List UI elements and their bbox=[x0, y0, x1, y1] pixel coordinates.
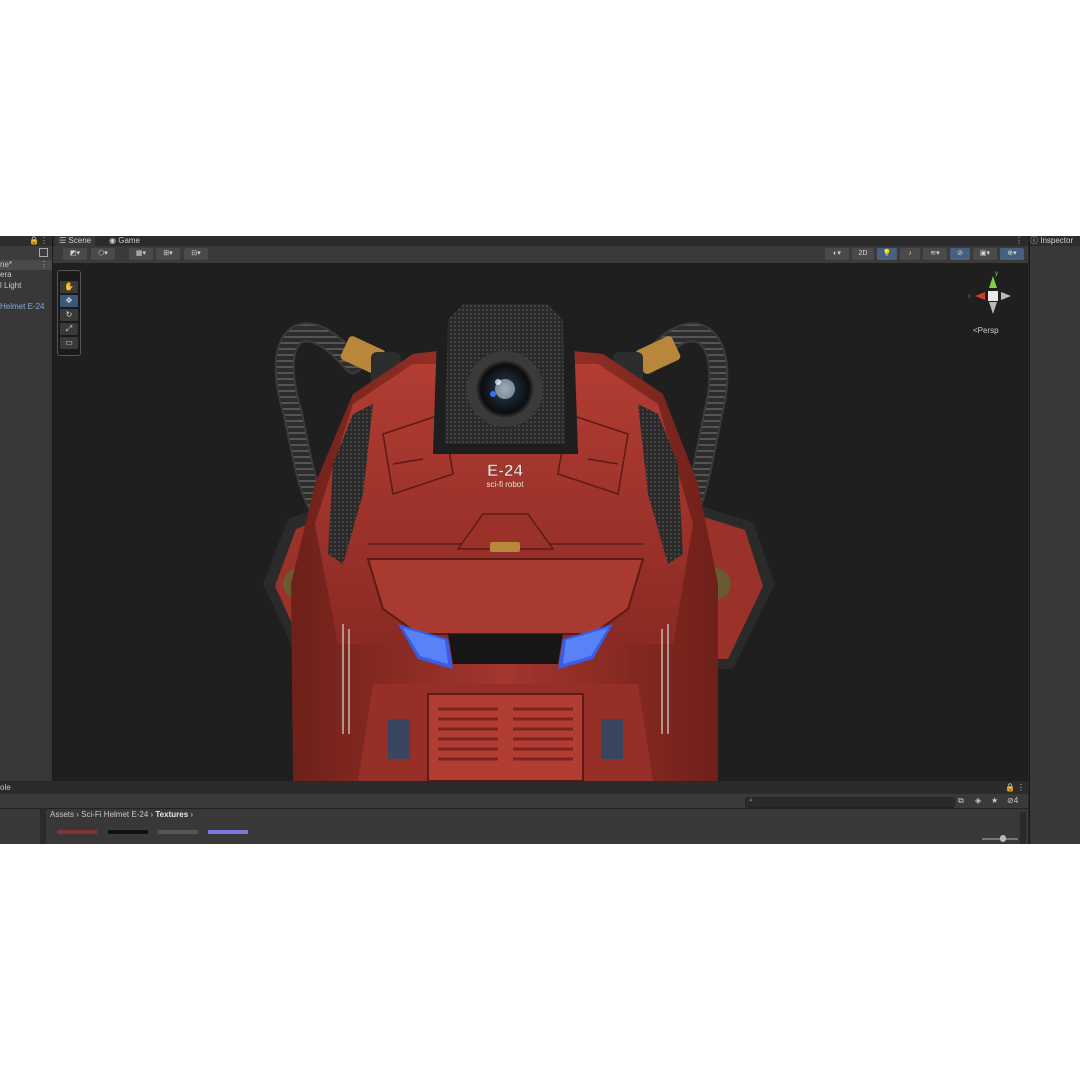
snap-icon: ⊞▾ bbox=[163, 250, 173, 257]
lighting-toggle[interactable]: 💡 bbox=[877, 248, 897, 260]
gizmo-y-label: y bbox=[995, 271, 998, 277]
helmet-label-primary: E-24 bbox=[487, 461, 523, 480]
inspector-tab[interactable]: ⓘ Inspector bbox=[1030, 236, 1080, 246]
effects-dropdown[interactable]: ≋▾ bbox=[923, 248, 947, 260]
hidden-packages-toggle[interactable]: ⊘4 bbox=[1007, 796, 1018, 805]
grid-icon: ☰ bbox=[59, 236, 67, 245]
gamepad-icon: ◉ bbox=[109, 236, 116, 245]
zoom-slider-handle[interactable] bbox=[1000, 835, 1006, 842]
overlay-dropdown[interactable]: ⊟▾ bbox=[184, 248, 208, 260]
hierarchy-item-label: Helmet E-24 bbox=[0, 302, 45, 311]
inspector-title: Inspector bbox=[1040, 236, 1074, 245]
label-filter-icon[interactable]: ◈ bbox=[975, 796, 981, 805]
scene-toolbar: ◩▾ ⬡▾ ▦▾ ⊞▾ ⊟▾ ◐▾ 2D 💡 ♪ ≋▾ ⊘ ▣▾ ⊕▾ bbox=[53, 246, 1028, 264]
more-menu-icon[interactable]: ⋮ bbox=[1015, 236, 1023, 245]
camera-icon: ▣▾ bbox=[979, 250, 991, 257]
hierarchy-header: 🔒 ⋮ bbox=[0, 236, 52, 246]
tab-label: Game bbox=[118, 236, 141, 245]
hidden-count: 4 bbox=[1013, 796, 1019, 805]
project-panel: ole 🔒 ⋮ ⊡ ⧉ ◈ ★ ⊘4 ⌕ Assets › Sci-Fi Hel… bbox=[0, 782, 1028, 844]
more-menu-icon[interactable]: ⋮ bbox=[40, 236, 48, 245]
hierarchy-item-label: l Light bbox=[0, 281, 22, 290]
texture-thumbnail[interactable] bbox=[108, 830, 148, 834]
move-icon[interactable]: ✥ bbox=[60, 295, 78, 307]
gizmo-x-label: x bbox=[968, 294, 971, 300]
render-mode-dropdown[interactable]: ⬡▾ bbox=[91, 248, 115, 260]
scene-viewport[interactable]: E-24 sci-fi robot ✋ ✥ ↻ ⤢ ▭ y x <Persp bbox=[53, 264, 1028, 781]
zoom-slider[interactable] bbox=[982, 835, 1018, 842]
type-filter-icon[interactable]: ⧉ bbox=[958, 796, 964, 806]
gizmos-dropdown[interactable]: ⊕▾ bbox=[1000, 248, 1024, 260]
hierarchy-item-label: ne* bbox=[0, 260, 13, 269]
hierarchy-item-label: era bbox=[0, 270, 12, 279]
breadcrumb-textures[interactable]: Textures bbox=[155, 810, 188, 819]
info-icon: ⓘ bbox=[1030, 236, 1038, 245]
toggle-2d-button[interactable]: 2D bbox=[852, 248, 874, 260]
texture-thumbnail[interactable] bbox=[158, 830, 198, 834]
hand-icon[interactable]: ✋ bbox=[60, 281, 78, 293]
audio-toggle[interactable]: ♪ bbox=[900, 248, 920, 260]
helmet-model: E-24 sci-fi robot bbox=[263, 284, 775, 781]
hierarchy-item-scene[interactable]: ne* ⋮ bbox=[0, 260, 52, 270]
tab-console[interactable]: ole bbox=[0, 783, 11, 792]
asset-scrollbar[interactable] bbox=[1020, 812, 1026, 844]
projection-label: Persp bbox=[977, 326, 999, 335]
projection-toggle[interactable]: <Persp bbox=[973, 326, 999, 335]
hierarchy-item-helmet[interactable]: Helmet E-24 bbox=[0, 302, 52, 312]
cube-icon: ⬡▾ bbox=[98, 250, 108, 257]
lock-icon[interactable]: 🔒 bbox=[29, 236, 39, 245]
search-icon[interactable] bbox=[39, 248, 48, 257]
search-icon: ⌕ bbox=[749, 797, 753, 804]
more-menu-icon[interactable]: ⋮ bbox=[40, 260, 48, 270]
camera-dropdown[interactable]: ▣▾ bbox=[973, 248, 997, 260]
toggle-2d-label: 2D bbox=[858, 250, 868, 257]
hierarchy-item-light[interactable]: l Light bbox=[0, 281, 52, 291]
chevron-right-icon: › bbox=[190, 810, 194, 819]
tab-game[interactable]: ◉ Game bbox=[105, 236, 144, 246]
helmet-label-secondary: sci-fi robot bbox=[487, 480, 525, 489]
more-menu-icon[interactable]: ⋮ bbox=[1017, 783, 1025, 792]
lightbulb-icon: 💡 bbox=[882, 250, 892, 257]
snap-increment-dropdown[interactable]: ⊞▾ bbox=[156, 248, 180, 260]
breadcrumb-helmet[interactable]: Sci-Fi Helmet E-24 bbox=[81, 810, 148, 819]
star-icon[interactable]: ★ bbox=[991, 796, 998, 805]
hierarchy-panel: 🔒 ⋮ ne* ⋮ era l Light Helmet E-24 bbox=[0, 236, 53, 781]
inspector-panel: ⓘ Inspector bbox=[1029, 236, 1080, 844]
eye-slash-icon: ⊘ bbox=[957, 250, 963, 257]
layers-icon: ≋▾ bbox=[930, 250, 940, 257]
unity-editor: 🔒 ⋮ ne* ⋮ era l Light Helmet E-24 ☰ Scen… bbox=[0, 236, 1080, 844]
sphere-icon: ◐▾ bbox=[833, 250, 841, 257]
shading-mode-dropdown[interactable]: ◐▾ bbox=[825, 248, 849, 260]
lock-icon[interactable]: 🔒 bbox=[1005, 783, 1015, 792]
project-search-input[interactable]: ⌕ bbox=[745, 797, 955, 808]
tab-scene[interactable]: ☰ Scene bbox=[55, 236, 96, 246]
tab-label: Scene bbox=[68, 236, 92, 245]
transform-tool-strip: ✋ ✥ ↻ ⤢ ▭ bbox=[57, 270, 81, 356]
rect-icon[interactable]: ▭ bbox=[60, 337, 78, 349]
folder-tree-scrollbar[interactable] bbox=[40, 808, 46, 844]
breadcrumb: Assets › Sci-Fi Helmet E-24 › Textures › bbox=[50, 810, 193, 820]
texture-thumbnail[interactable] bbox=[57, 830, 97, 834]
hierarchy-item-camera[interactable]: era bbox=[0, 270, 52, 280]
breadcrumb-assets[interactable]: Assets bbox=[50, 810, 74, 819]
speaker-icon: ♪ bbox=[908, 250, 912, 257]
grid-snap-dropdown[interactable]: ▦▾ bbox=[129, 248, 153, 260]
ruler-icon: ⊟▾ bbox=[191, 250, 201, 257]
texture-thumbnail[interactable] bbox=[208, 830, 248, 834]
rotate-icon[interactable]: ↻ bbox=[60, 309, 78, 321]
scale-icon[interactable]: ⤢ bbox=[60, 323, 78, 335]
orientation-gizmo[interactable]: y x bbox=[963, 270, 1023, 320]
shaded-icon: ◩▾ bbox=[69, 250, 81, 257]
eye-slash-icon: ⊘ bbox=[1007, 796, 1014, 805]
draw-mode-dropdown[interactable]: ◩▾ bbox=[63, 248, 87, 260]
hierarchy-toolbar bbox=[0, 246, 52, 260]
grid-icon: ▦▾ bbox=[135, 250, 147, 257]
scene-visibility-toggle[interactable]: ⊘ bbox=[950, 248, 970, 260]
globe-icon: ⊕▾ bbox=[1007, 250, 1017, 257]
